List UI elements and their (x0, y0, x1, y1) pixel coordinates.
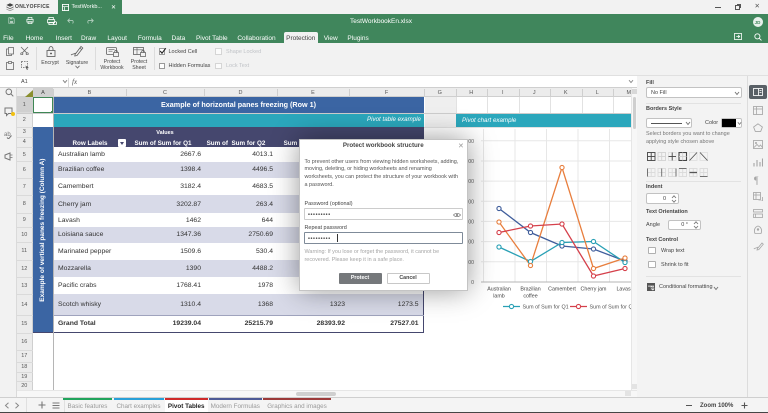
svg-text:coffee: coffee (523, 294, 537, 300)
svg-text:Lavash: Lavash (616, 287, 631, 293)
svg-text:¶: ¶ (754, 175, 759, 185)
svg-text:Sum of Sum for Q1: Sum of Sum for Q1 (523, 305, 569, 311)
svg-text:Australian: Australian (487, 287, 511, 293)
svg-text:Camembert: Camembert (548, 287, 576, 293)
svg-text:Cherry jam: Cherry jam (581, 287, 607, 293)
svg-text:Brazilian: Brazilian (520, 287, 540, 293)
svg-text:Sum of Sum for Q2: Sum of Sum for Q2 (590, 305, 632, 311)
svg-text:lamb: lamb (493, 294, 505, 300)
svg-text:0: 0 (471, 280, 474, 286)
